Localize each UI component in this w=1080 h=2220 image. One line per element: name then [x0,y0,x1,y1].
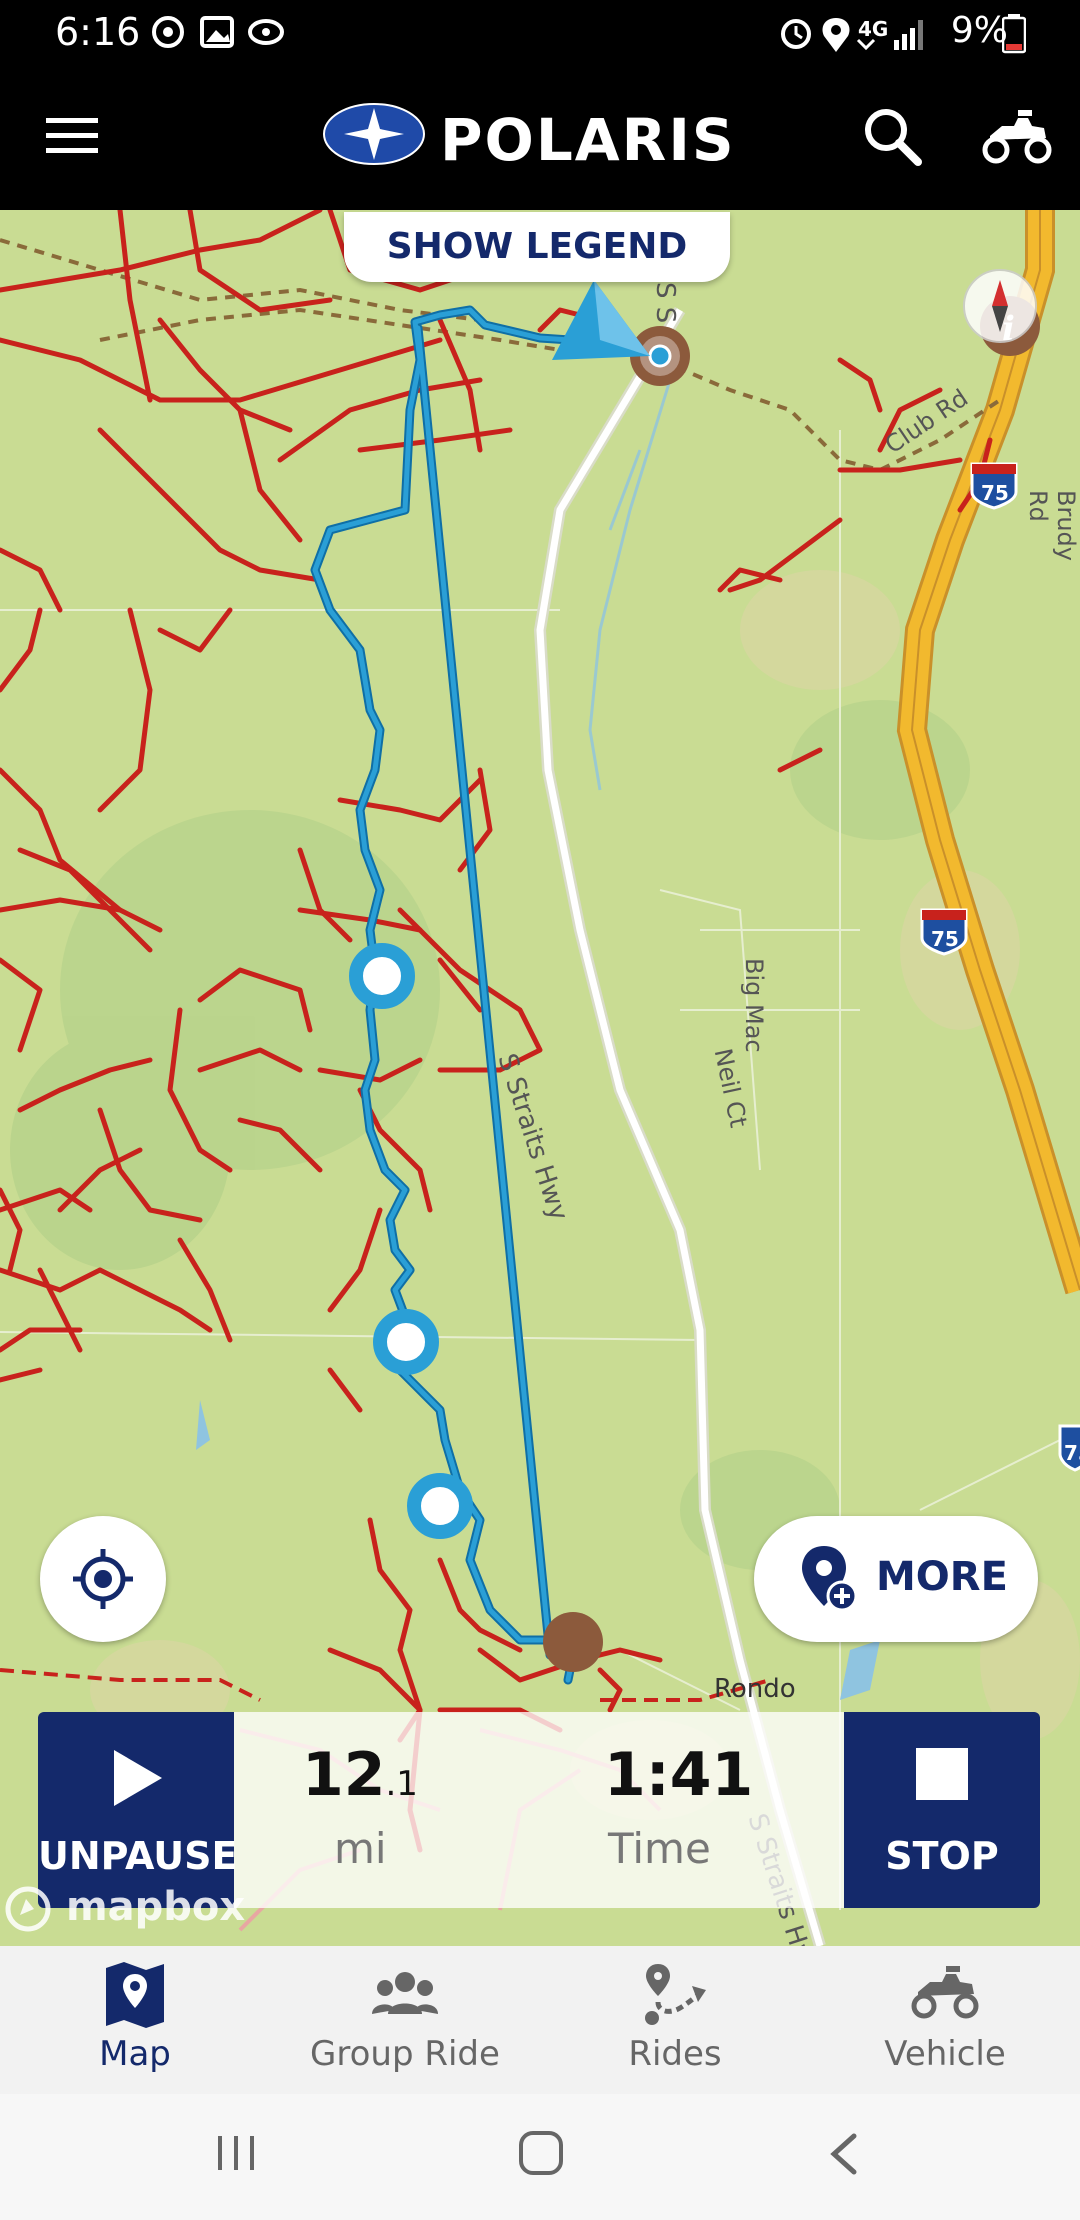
atv-icon [911,1966,979,2019]
home-icon[interactable] [518,2130,564,2176]
polaris-star-logo-icon [323,103,425,165]
nav-item-group-ride[interactable]: Group Ride [270,1946,540,2094]
map-label-straits-top: S S [650,282,680,324]
trail-map[interactable]: i 75 75 75 S Straits Hwy S Straits Hwy S… [0,210,1080,1946]
unpause-label: UNPAUSE [38,1834,238,1878]
status-time: 6:16 [55,10,141,54]
system-status-icons: 4G [781,17,923,52]
nav-item-map[interactable]: Map [0,1946,270,2094]
i75-shield-right: 75 [1064,1441,1080,1465]
back-icon[interactable] [826,2132,860,2176]
nav-label-vehicle: Vehicle [884,2034,1006,2074]
app-header: POLARIS [0,66,1080,210]
distance-value: 12.1 [302,1740,418,1810]
show-legend-button[interactable]: SHOW LEGEND [344,212,730,282]
system-navigation-bar [0,2094,1080,2220]
atv-icon[interactable] [980,108,1052,164]
nav-item-vehicle[interactable]: Vehicle [810,1946,1080,2094]
ride-stats: 12.1 mi 1:41 Time [234,1712,844,1908]
mapbox-text: mapbox [65,1884,246,1930]
recent-apps-icon[interactable] [216,2134,260,2174]
battery-icon [1002,14,1026,54]
map-icon [106,1962,164,2028]
play-icon [114,1750,162,1806]
recenter-location-button[interactable] [40,1516,166,1642]
search-icon[interactable] [862,106,922,166]
battery-percentage: 9% [950,10,1008,51]
nav-label-group-ride: Group Ride [310,2034,500,2074]
distance-unit: mi [334,1824,387,1873]
nav-item-rides[interactable]: Rides [540,1946,810,2094]
crosshair-icon [73,1549,133,1609]
map-label-rondo: Rondo [714,1674,796,1704]
unpause-button[interactable]: UNPAUSE [38,1712,238,1908]
ride-time-value: 1:41 [604,1740,754,1810]
status-bar: 6:16 4G 9% [0,0,1080,66]
notification-icons [152,16,284,48]
stop-button[interactable]: STOP [844,1712,1040,1908]
more-button-label: MORE [876,1554,1008,1600]
map-label-big-mac: Big Mac [740,958,768,1053]
brand-title: POLARIS [440,106,736,174]
nav-label-map: Map [99,2034,171,2074]
i75-shield-top: 75 [981,481,1009,505]
add-location-pin-icon [802,1546,858,1612]
more-button[interactable]: MORE [754,1516,1038,1642]
i75-shield-mid: 75 [931,927,959,951]
stop-label: STOP [885,1834,999,1878]
ride-tracking-panel: UNPAUSE 12.1 mi 1:41 Time STOP [38,1712,1040,1908]
hamburger-menu-icon[interactable] [46,116,100,156]
map-label-brudy-rd: Brudy Rd [1024,490,1080,561]
bottom-navigation: Map Group Ride Rides Vehicle [0,1946,1080,2094]
nav-label-rides: Rides [628,2034,722,2074]
mapbox-logo-icon [5,1886,51,1932]
ride-time-label: Time [608,1824,711,1873]
map-canvas: i 75 75 75 [0,210,1080,1946]
group-icon [372,1972,438,2014]
network-type: 4G [858,17,888,41]
stop-icon [916,1748,968,1800]
route-icon [645,1964,706,2025]
mapbox-attribution[interactable]: mapbox [4,1884,245,1933]
